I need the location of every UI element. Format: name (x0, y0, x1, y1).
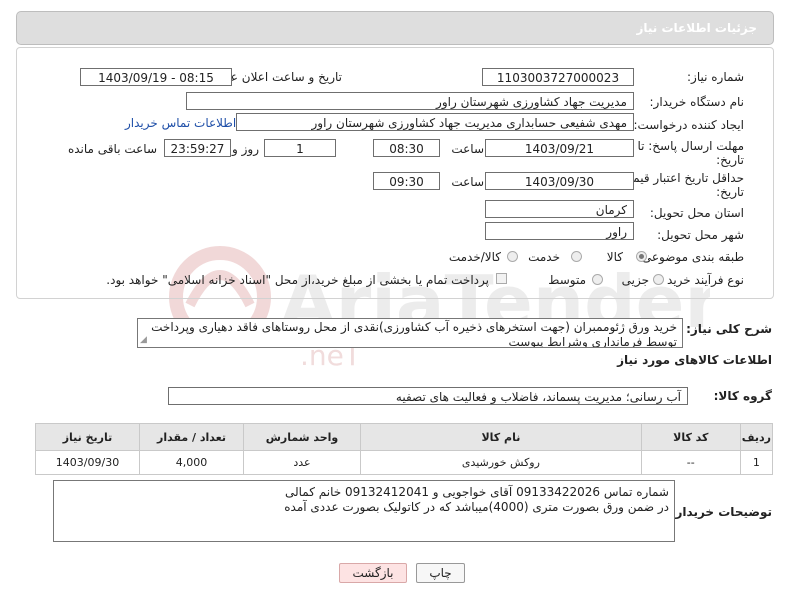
city-field: راور (485, 222, 634, 240)
city-label: شهر محل تحویل: (657, 228, 744, 242)
cell-item-name: روکش خورشیدی (360, 450, 642, 475)
description-text: خرید ورق ژئوممبران (جهت استخرهای ذخیره آ… (151, 320, 677, 348)
purchase-radio-minor[interactable] (653, 274, 664, 285)
treasury-payment-checkbox[interactable] (496, 273, 507, 284)
announce-field: 1403/09/19 - 08:15 (80, 68, 232, 86)
category-option-goods: کالا (606, 250, 623, 264)
province-label: استان محل تحویل: (649, 206, 744, 220)
table-row: 1 -- روکش خورشیدی عدد 4,000 1403/09/30 (35, 450, 774, 475)
days-field: 1 (264, 139, 336, 157)
header-unit: واحد شمارش (243, 423, 361, 451)
buyer-notes-textarea: شماره تماس 09133422026 آقای خواجویی و 09… (53, 480, 675, 542)
buyer-notes-label: توضیحات خریدار: (670, 505, 772, 519)
cell-item-code: -- (640, 450, 741, 475)
panel-title: جزئیات اطلاعات نیاز (636, 21, 757, 35)
header-item-code: کد کالا (640, 423, 741, 451)
price-validity-date-field: 1403/09/30 (485, 172, 634, 190)
description-label: شرح کلی نیاز: (686, 322, 772, 336)
reply-date-field: 1403/09/21 (485, 139, 634, 157)
category-option-service: خدمت (528, 250, 560, 264)
table-header-row: ردیف کد کالا نام کالا واحد شمارش تعداد /… (35, 423, 774, 451)
purchase-option-minor: جزیی (621, 273, 649, 287)
category-radio-goods-service[interactable] (507, 251, 518, 262)
header-item-name: نام کالا (360, 423, 642, 451)
price-validity-label-2: تاریخ: (716, 185, 744, 199)
purchase-option-medium: متوسط (548, 273, 586, 287)
reply-deadline-label-2: تاریخ: (716, 153, 744, 167)
back-button[interactable]: بازگشت (339, 563, 407, 583)
resize-grip-icon: ◢ (140, 335, 147, 345)
cell-row-number: 1 (739, 450, 774, 475)
need-number-label: شماره نیاز: (687, 70, 744, 84)
remaining-label: ساعت باقی مانده (67, 142, 157, 156)
purchase-type-label: نوع فرآیند خرید : (659, 273, 744, 287)
cell-unit: عدد (243, 450, 361, 475)
header-row-number: ردیف (739, 423, 774, 451)
goods-section-title: اطلاعات کالاهای مورد نیاز (617, 353, 772, 367)
treasury-payment-note: پرداخت تمام یا بخشی از مبلغ خرید،از محل … (106, 273, 489, 287)
category-radio-service[interactable] (571, 251, 582, 262)
cell-need-date: 1403/09/30 (35, 450, 140, 475)
goods-group-label: گروه کالا: (713, 389, 772, 403)
header-need-date: تاریخ نیاز (35, 423, 140, 451)
buyer-notes-line-2: در ضمن ورق بصورت متری (4000)میباشد که در… (284, 500, 669, 514)
category-label: طبقه بندی موضوعی: (637, 250, 744, 264)
purchase-radio-medium[interactable] (592, 274, 603, 285)
goods-group-field: آب رسانی؛ مدیریت پسماند، فاضلاب و فعالیت… (168, 387, 688, 405)
buyer-notes-line-1: شماره تماس 09133422026 آقای خواجویی و 09… (284, 485, 669, 499)
cell-quantity: 4,000 (139, 450, 244, 475)
header-quantity: تعداد / مقدار (139, 423, 244, 451)
goods-table: ردیف کد کالا نام کالا واحد شمارش تعداد /… (35, 423, 774, 475)
buyer-org-field: مدیریت جهاد کشاورزی شهرستان راور (186, 92, 634, 110)
description-textarea: خرید ورق ژئوممبران (جهت استخرهای ذخیره آ… (137, 318, 683, 348)
reply-time-field: 08:30 (373, 139, 440, 157)
need-number-field: 1103003727000023 (482, 68, 634, 86)
remaining-field: 23:59:27 (164, 139, 231, 157)
header-panel: جزئیات اطلاعات نیاز (16, 11, 774, 45)
days-label: روز و (232, 142, 259, 156)
province-field: کرمان (485, 200, 634, 218)
buyer-contact-link[interactable]: اطلاعات تماس خریدار (125, 116, 236, 130)
category-option-goods-service: کالا/خدمت (448, 250, 501, 264)
price-validity-time-label: ساعت (451, 175, 484, 189)
print-button[interactable]: چاپ (416, 563, 465, 583)
reply-deadline-label: مهلت ارسال پاسخ: تا (637, 139, 744, 153)
creator-field: مهدی شفیعی حسابداری مدیریت جهاد کشاورزی … (236, 113, 634, 131)
price-validity-time-field: 09:30 (373, 172, 440, 190)
reply-time-label: ساعت (451, 142, 484, 156)
creator-label: ایجاد کننده درخواست: (633, 118, 744, 132)
category-radio-goods[interactable] (636, 251, 647, 262)
buyer-org-label: نام دستگاه خریدار: (649, 95, 745, 109)
